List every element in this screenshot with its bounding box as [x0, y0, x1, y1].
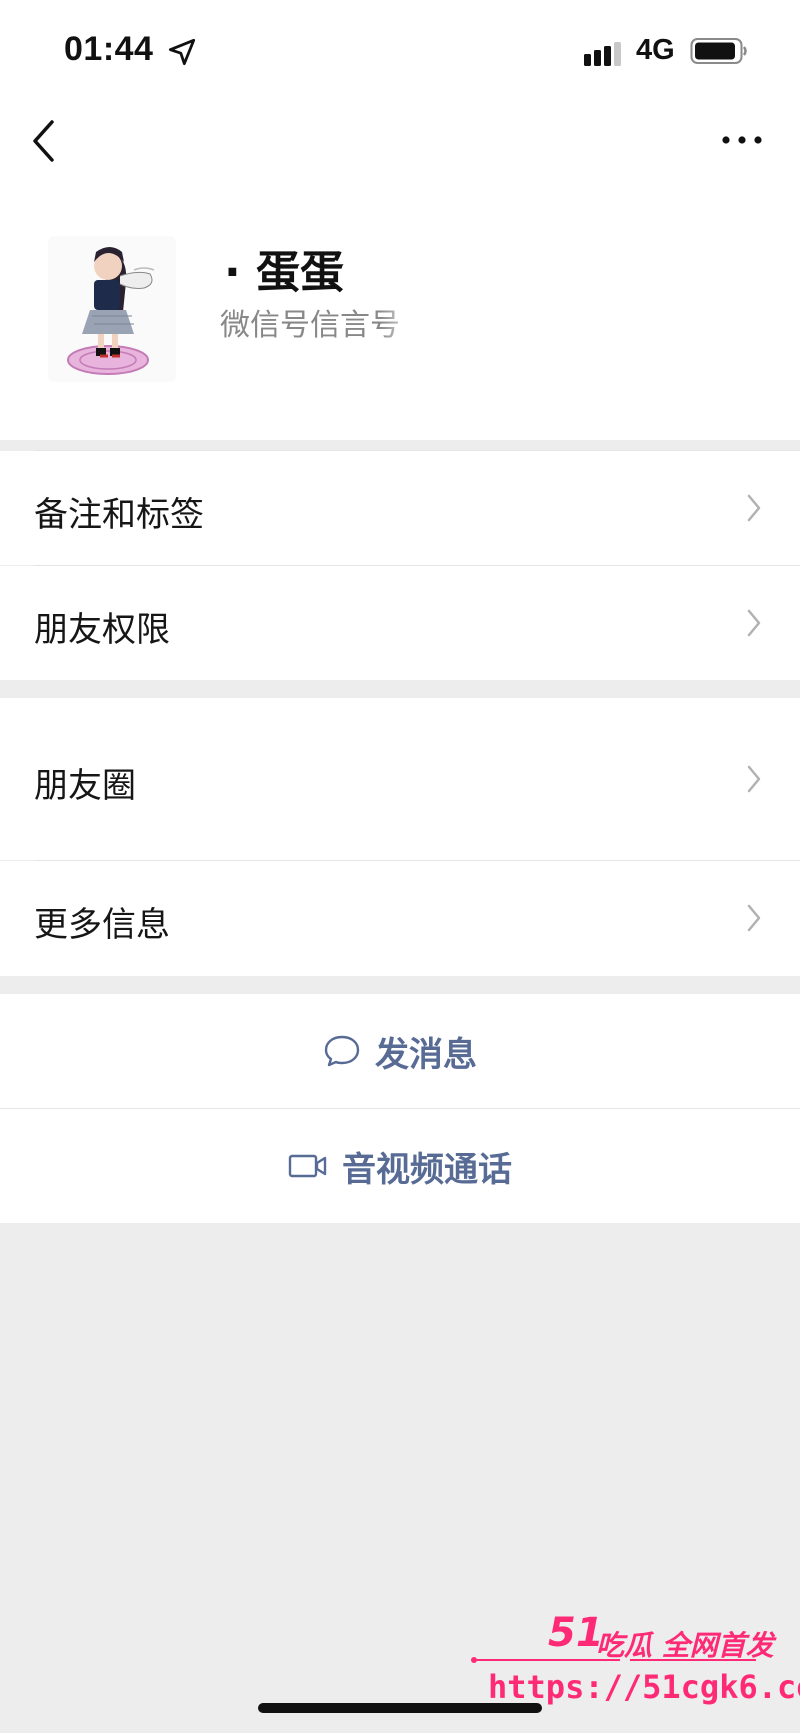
more-info-row[interactable]: 更多信息 [0, 861, 800, 976]
remark-tags-row[interactable]: 备注和标签 [0, 451, 800, 565]
network-type: 4G [636, 34, 675, 66]
remark-tags-label: 备注和标签 [34, 495, 204, 535]
friend-permissions-label: 朋友权限 [34, 610, 170, 650]
friend-permissions-row[interactable]: 朋友权限 [0, 566, 800, 680]
more-info-label: 更多信息 [34, 905, 170, 945]
watermark-circuit-line [471, 1657, 756, 1663]
moments-row[interactable]: 朋友圈 [0, 698, 800, 860]
signal-icon [584, 42, 621, 66]
home-indicator[interactable] [258, 1703, 542, 1713]
video-camera-icon [288, 1154, 327, 1178]
location-arrow-icon [168, 38, 196, 66]
chat-bubble-icon [324, 1035, 360, 1067]
watermark-url: https://51cgk6.com [488, 1668, 800, 1706]
status-time: 01:44 [64, 30, 154, 68]
more-options-icon[interactable] [720, 130, 764, 150]
chevron-right-icon [747, 494, 761, 522]
chevron-right-icon [747, 609, 761, 637]
video-call-button[interactable]: 音视频通话 [0, 1109, 800, 1223]
send-message-label: 发消息 [375, 1034, 477, 1075]
wechat-id: 微信号信言号 [220, 308, 400, 343]
moments-label: 朋友圈 [34, 766, 136, 806]
back-chevron-icon[interactable] [30, 118, 58, 164]
chevron-right-icon [747, 904, 761, 932]
avatar[interactable] [48, 236, 176, 382]
chevron-right-icon [747, 765, 761, 793]
battery-icon [690, 38, 747, 64]
send-message-button[interactable]: 发消息 [0, 994, 800, 1108]
wechat-id-blur [380, 300, 440, 340]
profile-name: · 蛋蛋 [224, 247, 345, 298]
avatar-illustration [67, 247, 155, 375]
video-call-label: 音视频通话 [342, 1149, 512, 1190]
